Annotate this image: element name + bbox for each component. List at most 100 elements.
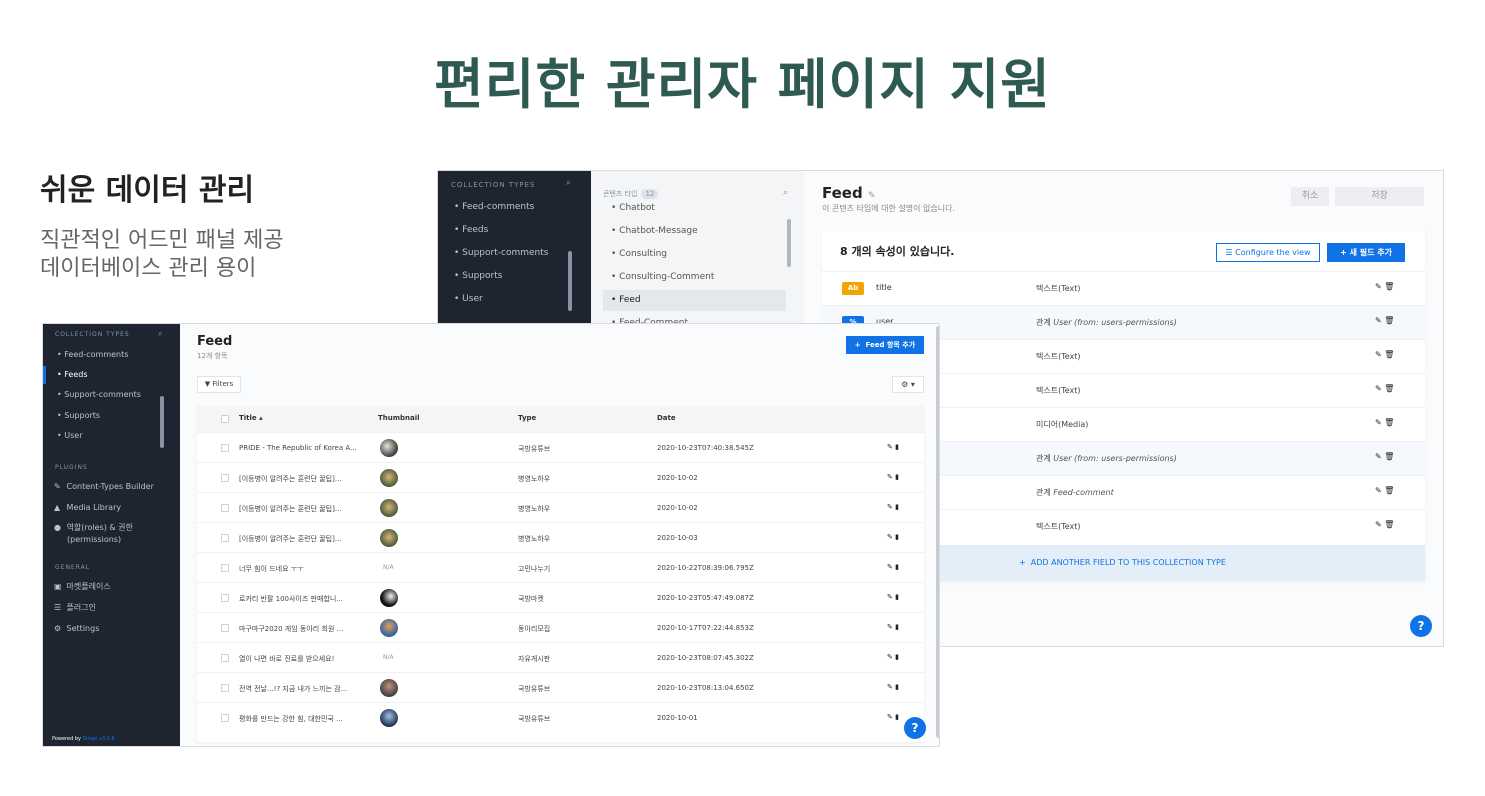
edit-icon[interactable]: ✎ <box>887 623 893 631</box>
trash-icon[interactable]: ▮ <box>895 503 899 511</box>
edit-icon[interactable]: ✎ <box>887 713 893 721</box>
type-item-feed[interactable]: • Feed <box>603 290 786 311</box>
field-row[interactable]: Ab title 텍스트(Text) ✎ 🗑︎ <box>822 271 1425 305</box>
row-checkbox[interactable] <box>221 444 229 452</box>
sidebar-item-support-comments[interactable]: • Support-comments <box>454 248 548 258</box>
type-item-chatbot[interactable]: • Chatbot <box>603 198 786 219</box>
edit-icon[interactable]: ✎ <box>868 191 876 201</box>
trash-icon[interactable]: ▮ <box>895 713 899 721</box>
table-row[interactable]: 평화를 만드는 강한 힘, 대한민국 ... 국방유튜브 2020-10-01 … <box>197 702 924 732</box>
sidebar-item-marketplace[interactable]: ▣ 마켓플레이스 <box>54 581 111 593</box>
trash-icon[interactable]: ▮ <box>895 653 899 661</box>
trash-icon[interactable]: ▮ <box>895 443 899 451</box>
sidebar-item-user[interactable]: • User <box>454 294 483 304</box>
column-settings-button[interactable]: ⚙ ▾ <box>892 376 924 393</box>
edit-icon[interactable]: ✎ <box>887 473 893 481</box>
trash-icon[interactable]: 🗑︎ <box>1384 520 1394 529</box>
type-item-consulting-comment[interactable]: • Consulting-Comment <box>603 267 786 288</box>
sidebar-item-plugins[interactable]: ☰ 플러그인 <box>54 602 96 614</box>
sidebar-item-content-types-builder[interactable]: ✎ Content-Types Builder <box>54 481 154 493</box>
table-row[interactable]: [이등병이 알려주는 훈련단 꿀팁]... 병영노하우 2020-10-03 ✎… <box>197 522 924 552</box>
sidebar-item-media-library[interactable]: ▲ Media Library <box>54 502 121 514</box>
table-row[interactable]: 너무 힘이 드네요 ㅜㅜ N/A 고민나누기 2020-10-22T08:39:… <box>197 552 924 582</box>
column-thumbnail[interactable]: Thumbnail <box>378 414 420 422</box>
trash-icon[interactable]: 🗑︎ <box>1384 486 1394 495</box>
table-row[interactable]: 로카티 반팔 100사이즈 판매합니... 국방마켓 2020-10-23T05… <box>197 582 924 612</box>
edit-icon[interactable]: ✎ <box>1375 384 1382 393</box>
select-all-checkbox[interactable] <box>221 415 229 423</box>
row-checkbox[interactable] <box>221 624 229 632</box>
edit-icon[interactable]: ✎ <box>1375 486 1382 495</box>
row-checkbox[interactable] <box>221 474 229 482</box>
edit-icon[interactable]: ✎ <box>887 563 893 571</box>
edit-icon[interactable]: ✎ <box>887 593 893 601</box>
trash-icon[interactable]: ▮ <box>895 563 899 571</box>
edit-icon[interactable]: ✎ <box>887 653 893 661</box>
types-scrollbar[interactable] <box>787 219 791 267</box>
row-checkbox[interactable] <box>221 504 229 512</box>
trash-icon[interactable]: 🗑︎ <box>1384 350 1394 359</box>
sidebar-item-feeds[interactable]: • Feeds <box>454 225 488 235</box>
trash-icon[interactable]: 🗑︎ <box>1384 316 1394 325</box>
row-checkbox[interactable] <box>221 594 229 602</box>
column-type[interactable]: Type <box>518 414 536 422</box>
edit-icon[interactable]: ✎ <box>1375 282 1382 291</box>
edit-icon[interactable]: ✎ <box>887 533 893 541</box>
table-row[interactable]: [이등병이 알려주는 훈련단 꿀팁]... 병영노하우 2020-10-02 ✎… <box>197 462 924 492</box>
save-button[interactable]: 저장 <box>1335 187 1424 206</box>
column-date[interactable]: Date <box>657 414 676 422</box>
sidebar-item-support-comments[interactable]: • Support-comments <box>57 390 141 399</box>
help-button[interactable]: ? <box>1410 615 1432 637</box>
sidebar-item-feed-comments[interactable]: • Feed-comments <box>454 202 534 212</box>
search-icon[interactable]: ⌕ <box>566 178 571 188</box>
add-field-button[interactable]: + 새 필드 추가 <box>1327 243 1405 262</box>
sidebar-item-user[interactable]: • User <box>57 431 83 440</box>
edit-icon[interactable]: ✎ <box>887 443 893 451</box>
row-checkbox[interactable] <box>221 684 229 692</box>
sidebar-scrollbar[interactable] <box>160 396 164 448</box>
trash-icon[interactable]: 🗑︎ <box>1384 418 1394 427</box>
sidebar-item-settings[interactable]: ⚙ Settings <box>54 623 99 635</box>
trash-icon[interactable]: 🗑︎ <box>1384 384 1394 393</box>
search-icon[interactable]: ⌕ <box>783 188 788 198</box>
trash-icon[interactable]: 🗑︎ <box>1384 282 1394 291</box>
row-checkbox[interactable] <box>221 654 229 662</box>
edit-icon[interactable]: ✎ <box>1375 452 1382 461</box>
filters-button[interactable]: ▼ Filters <box>197 376 241 393</box>
type-item-consulting[interactable]: • Consulting <box>603 244 786 265</box>
row-checkbox[interactable] <box>221 564 229 572</box>
edit-icon[interactable]: ✎ <box>887 683 893 691</box>
trash-icon[interactable]: ▮ <box>895 623 899 631</box>
sidebar-item-feeds[interactable]: • Feeds <box>57 370 88 379</box>
search-icon[interactable]: ⌕ <box>158 329 162 339</box>
table-row[interactable]: 전역 전날...!? 지금 내가 느끼는 감... 국방유튜브 2020-10-… <box>197 672 924 702</box>
sidebar-item-supports[interactable]: • Supports <box>454 271 502 281</box>
sidebar-item-roles-permissions[interactable]: ● 역할(roles) & 권한 (permissions) <box>54 522 133 546</box>
trash-icon[interactable]: ▮ <box>895 593 899 601</box>
edit-icon[interactable]: ✎ <box>1375 418 1382 427</box>
trash-icon[interactable]: ▮ <box>895 683 899 691</box>
sidebar-item-feed-comments[interactable]: • Feed-comments <box>57 350 128 359</box>
type-item-chatbot-message[interactable]: • Chatbot-Message <box>603 221 786 242</box>
table-row[interactable]: PRIDE - The Republic of Korea A... 국방유튜브… <box>197 432 924 462</box>
edit-icon[interactable]: ✎ <box>1375 520 1382 529</box>
sidebar-item-supports[interactable]: • Supports <box>57 411 100 420</box>
table-row[interactable]: 마구마구2020 게임 동아리 회원 ... 동아리모집 2020-10-17T… <box>197 612 924 642</box>
edit-icon[interactable]: ✎ <box>887 503 893 511</box>
cancel-button[interactable]: 취소 <box>1291 187 1329 206</box>
trash-icon[interactable]: ▮ <box>895 533 899 541</box>
configure-view-button[interactable]: ☰ Configure the view <box>1216 243 1320 262</box>
trash-icon[interactable]: 🗑︎ <box>1384 452 1394 461</box>
row-checkbox[interactable] <box>221 534 229 542</box>
trash-icon[interactable]: ▮ <box>895 473 899 481</box>
sidebar-scrollbar[interactable] <box>568 251 572 311</box>
add-entry-button[interactable]: + Feed 항목 추가 <box>846 336 924 354</box>
table-row[interactable]: 열이 나면 바로 진료를 받으세요! N/A 자유게시판 2020-10-23T… <box>197 642 924 672</box>
edit-icon[interactable]: ✎ <box>1375 316 1382 325</box>
row-checkbox[interactable] <box>221 714 229 722</box>
column-title[interactable]: Title ▴ <box>239 414 263 422</box>
edit-icon[interactable]: ✎ <box>1375 350 1382 359</box>
help-button[interactable]: ? <box>904 717 926 739</box>
page-scrollbar[interactable] <box>936 326 939 738</box>
table-row[interactable]: [이등병이 알려주는 훈련단 꿀팁]... 병영노하우 2020-10-02 ✎… <box>197 492 924 522</box>
